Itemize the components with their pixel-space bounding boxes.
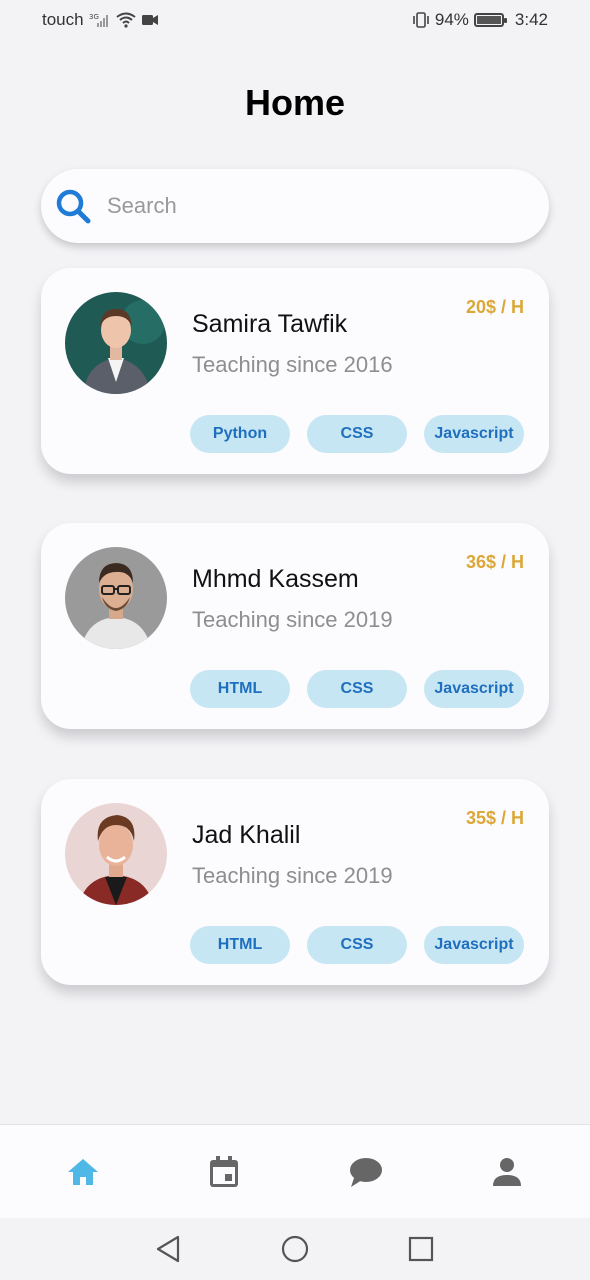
search-input[interactable] — [107, 193, 487, 219]
nav-calendar[interactable] — [194, 1142, 254, 1202]
profile-icon — [493, 1157, 522, 1186]
skill-tag[interactable]: Javascript — [424, 415, 524, 453]
calendar-icon — [210, 1155, 239, 1187]
clock: 3:42 — [514, 10, 548, 29]
search-bar[interactable] — [41, 169, 549, 243]
skill-tag[interactable]: Javascript — [424, 670, 524, 708]
status-left: touch 3G — [42, 10, 159, 30]
video-camera-icon — [141, 13, 159, 27]
skill-tag[interactable]: CSS — [307, 415, 407, 453]
avatar — [65, 803, 167, 905]
skill-tag[interactable]: HTML — [190, 670, 290, 708]
teacher-price: 36$ / H — [465, 552, 524, 572]
status-bar: touch 3G 94% 3:42 — [0, 0, 590, 40]
signal-icon: 3G — [89, 12, 111, 28]
avatar — [65, 292, 167, 394]
skill-tag[interactable]: Python — [190, 415, 290, 453]
vibrate-icon — [412, 12, 430, 28]
teacher-price: 35$ / H — [465, 808, 524, 828]
nav-chat[interactable] — [336, 1142, 396, 1202]
skill-tag[interactable]: CSS — [307, 926, 407, 964]
chat-icon — [349, 1157, 382, 1187]
battery-icon — [473, 13, 507, 27]
teacher-card[interactable]: Jad Khalil Teaching since 2019 35$ / H H… — [41, 779, 549, 985]
teacher-name: Jad Khalil — [192, 821, 301, 849]
skill-tag[interactable]: Javascript — [424, 926, 524, 964]
back-button[interactable] — [151, 1231, 187, 1267]
teacher-since: Teaching since 2016 — [192, 352, 393, 377]
nav-profile[interactable] — [477, 1142, 537, 1202]
home-icon — [67, 1158, 98, 1185]
teacher-price: 20$ / H — [465, 297, 524, 317]
system-nav-bar — [0, 1218, 590, 1280]
skill-tags: HTML CSS Javascript — [190, 926, 524, 964]
teacher-name: Samira Tawfik — [192, 310, 348, 338]
carrier-label: touch — [42, 10, 84, 29]
status-right: 94% 3:42 — [412, 10, 548, 30]
skill-tag[interactable]: CSS — [307, 670, 407, 708]
bottom-nav — [0, 1124, 590, 1218]
skill-tag[interactable]: HTML — [190, 926, 290, 964]
back-icon — [156, 1235, 180, 1263]
avatar — [65, 547, 167, 649]
teacher-since: Teaching since 2019 — [192, 863, 393, 888]
teacher-name: Mhmd Kassem — [192, 565, 359, 593]
skill-tags: Python CSS Javascript — [190, 415, 524, 453]
skill-tags: HTML CSS Javascript — [190, 670, 524, 708]
teacher-card[interactable]: Mhmd Kassem Teaching since 2019 36$ / H … — [41, 523, 549, 729]
search-icon — [56, 189, 91, 224]
recents-button[interactable] — [403, 1231, 439, 1267]
square-icon — [408, 1236, 434, 1262]
nav-home[interactable] — [53, 1142, 113, 1202]
svg-text:3G: 3G — [89, 13, 99, 21]
page-title: Home — [244, 82, 346, 123]
teacher-card[interactable]: Samira Tawfik Teaching since 2016 20$ / … — [41, 268, 549, 474]
home-button[interactable] — [277, 1231, 313, 1267]
wifi-icon — [115, 12, 136, 28]
teacher-since: Teaching since 2019 — [192, 607, 393, 632]
battery-percent: 94% — [434, 10, 469, 29]
circle-icon — [281, 1235, 309, 1263]
